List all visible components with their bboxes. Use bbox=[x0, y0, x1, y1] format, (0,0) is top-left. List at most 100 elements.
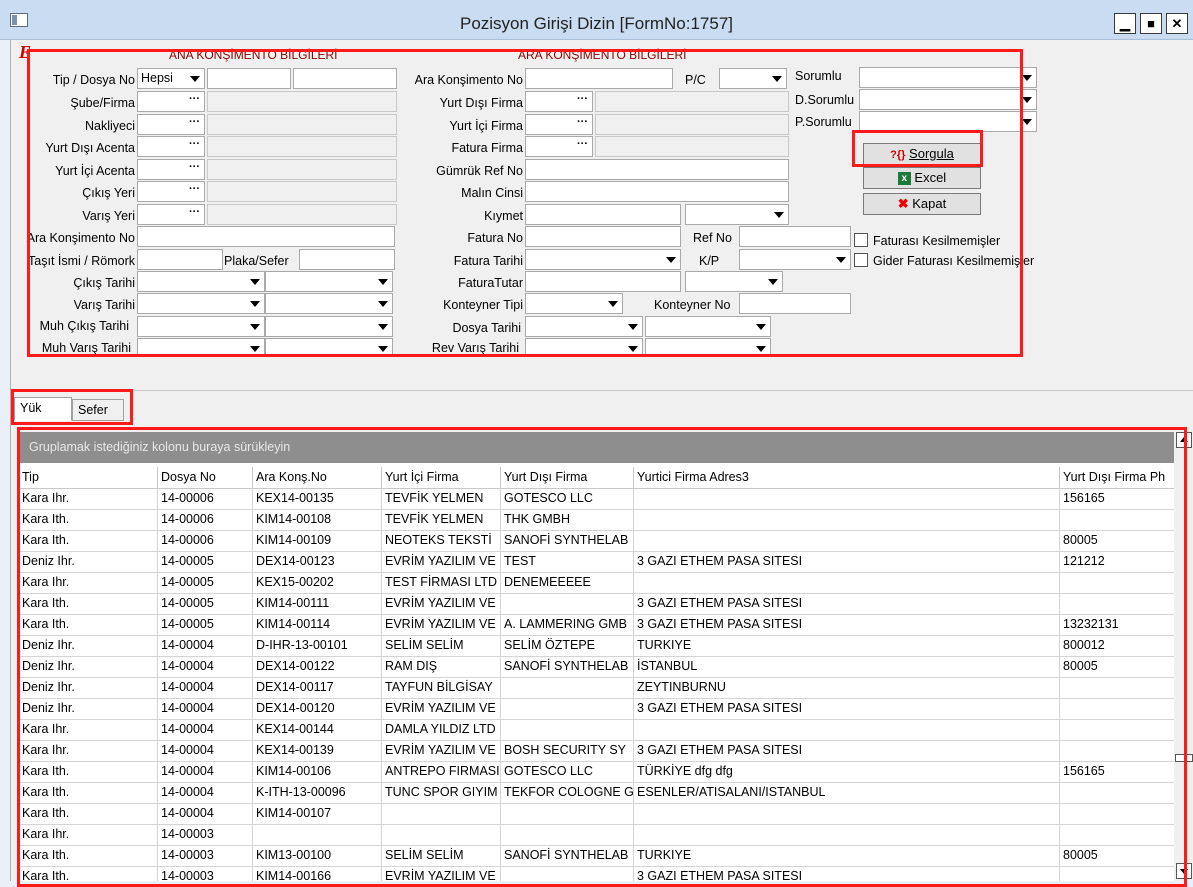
yurt-disi-firma-code-input[interactable]: ··· bbox=[525, 91, 593, 112]
konteyner-no-input[interactable] bbox=[739, 293, 851, 314]
rev-varis-tarihi-start[interactable] bbox=[525, 338, 643, 356]
p-sorumlu-select[interactable] bbox=[859, 111, 1037, 132]
column-header[interactable]: Yurtici Firma Adres3 bbox=[634, 467, 1060, 489]
cikis-tarihi-end[interactable] bbox=[265, 271, 393, 292]
varis-tarihi-end[interactable] bbox=[265, 293, 393, 314]
sorumlu-select[interactable] bbox=[859, 67, 1037, 88]
column-header[interactable]: Dosya No bbox=[158, 467, 253, 489]
muh-varis-tarihi-end[interactable] bbox=[265, 338, 393, 356]
table-row[interactable]: Kara Ith. 14-00003 KIM13-00100 SELİM SELİM S… bbox=[19, 846, 1180, 867]
rev-varis-tarihi-end[interactable] bbox=[645, 338, 771, 356]
tasit-ismi-input[interactable] bbox=[137, 249, 223, 270]
table-row[interactable]: Deniz Ihr. 14-00004 DEX14-00117 TAYFUN BİLG… bbox=[19, 678, 1180, 699]
konteyner-no-label: Konteyner No bbox=[654, 298, 731, 312]
pc-select[interactable] bbox=[719, 68, 787, 89]
table-row[interactable]: Deniz Ihr. 14-00004 D-IHR-13-00101 SELİM SE… bbox=[19, 636, 1180, 657]
lookup-button[interactable]: ··· bbox=[573, 115, 592, 134]
lookup-button[interactable]: ··· bbox=[573, 92, 592, 111]
tab-yuk[interactable]: Yük bbox=[14, 397, 72, 421]
table-row[interactable]: Kara Ith. 14-00005 KIM14-00114 EVRİM YAZILI… bbox=[19, 615, 1180, 636]
tab-sefer[interactable]: Sefer bbox=[72, 399, 124, 421]
muh-varis-tarihi-start[interactable] bbox=[137, 338, 265, 356]
close-button[interactable]: ✕ bbox=[1166, 13, 1188, 34]
column-header[interactable]: Yurt Dışı Firma bbox=[501, 467, 634, 489]
sube-firma-code-input[interactable]: ··· bbox=[137, 91, 205, 112]
column-header[interactable]: Yurt İçi Firma bbox=[382, 467, 501, 489]
lookup-button[interactable]: ··· bbox=[185, 115, 204, 134]
column-header[interactable]: Ara Konş.No bbox=[253, 467, 382, 489]
plaka-sefer-label: Plaka/Sefer bbox=[224, 254, 289, 268]
table-row[interactable]: Deniz Ihr. 14-00004 DEX14-00122 RAM DIŞ SANO… bbox=[19, 657, 1180, 678]
yurt-disi-acenta-code-input[interactable]: ··· bbox=[137, 136, 205, 157]
yurt-ici-acenta-code-input[interactable]: ··· bbox=[137, 159, 205, 180]
dosya-no-input-2[interactable] bbox=[293, 68, 397, 89]
maximize-button[interactable]: ■ bbox=[1140, 13, 1162, 34]
chevron-down-icon bbox=[666, 257, 676, 263]
table-row[interactable]: Kara Ihr. 14-00004 KEX14-00144 DAMLA YILDIZ… bbox=[19, 720, 1180, 741]
scroll-up-icon[interactable] bbox=[1176, 432, 1192, 448]
table-cell bbox=[382, 804, 501, 825]
varis-yeri-code-input[interactable]: ··· bbox=[137, 204, 205, 225]
d-sorumlu-select[interactable] bbox=[859, 89, 1037, 110]
cikis-tarihi-start[interactable] bbox=[137, 271, 265, 292]
table-cell: 156165 bbox=[1060, 489, 1180, 510]
malin-cinsi-input[interactable] bbox=[525, 181, 789, 202]
nakliyeci-code-input[interactable]: ··· bbox=[137, 114, 205, 135]
vertical-scrollbar[interactable] bbox=[1174, 432, 1193, 881]
table-row[interactable]: Kara Ith. 14-00004 K-ITH-13-00096 TUNC SPOR… bbox=[19, 783, 1180, 804]
table-row[interactable]: Kara Ihr. 14-00006 KEX14-00135 TEVFİK YELME… bbox=[19, 489, 1180, 510]
kapat-button[interactable]: ✖ Kapat bbox=[863, 193, 981, 215]
dosya-tarihi-start[interactable] bbox=[525, 316, 643, 337]
fatura-tutar-currency-select[interactable] bbox=[685, 271, 783, 292]
ara-konsimento-no-input[interactable] bbox=[137, 226, 395, 247]
scroll-thumb[interactable] bbox=[1175, 754, 1193, 762]
group-by-panel[interactable]: Gruplamak istediğiniz kolonu buraya sürü… bbox=[19, 432, 1174, 463]
fatura-firma-code-input[interactable]: ··· bbox=[525, 136, 593, 157]
gumruk-ref-no-input[interactable] bbox=[525, 159, 789, 180]
lookup-button[interactable]: ··· bbox=[185, 92, 204, 111]
table-row[interactable]: Kara Ihr. 14-00005 KEX15-00202 TEST FİRMASI… bbox=[19, 573, 1180, 594]
ref-no-input[interactable] bbox=[739, 226, 851, 247]
konteyner-tipi-select[interactable] bbox=[525, 293, 623, 314]
lookup-button[interactable]: ··· bbox=[185, 182, 204, 201]
table-row[interactable]: Kara Ith. 14-00003 KIM14-00166 EVRİM YAZILI… bbox=[19, 867, 1180, 881]
column-header[interactable]: Yurt Dışı Firma Ph bbox=[1060, 467, 1180, 489]
fatura-tarihi-select[interactable] bbox=[525, 249, 681, 270]
scroll-down-icon[interactable] bbox=[1176, 863, 1192, 879]
ara-konsimento-no2-input[interactable] bbox=[525, 68, 673, 89]
muh-cikis-tarihi-start[interactable] bbox=[137, 316, 265, 337]
table-row[interactable]: Kara Ihr. 14-00003 bbox=[19, 825, 1180, 846]
table-row[interactable]: Kara Ith. 14-00006 KIM14-00108 TEVFİK YELME… bbox=[19, 510, 1180, 531]
table-row[interactable]: Deniz Ihr. 14-00004 DEX14-00120 EVRİM YAZIL… bbox=[19, 699, 1180, 720]
table-row[interactable]: Kara Ith. 14-00006 KIM14-00109 NEOTEKS TEKS… bbox=[19, 531, 1180, 552]
table-row[interactable]: Kara Ith. 14-00004 KIM14-00107 bbox=[19, 804, 1180, 825]
faturasi-kesilmemisler-checkbox[interactable] bbox=[854, 233, 868, 247]
fatura-no-input[interactable] bbox=[525, 226, 681, 247]
tip-select[interactable]: Hepsi bbox=[137, 68, 205, 89]
table-row[interactable]: Kara Ith. 14-00005 KIM14-00111 EVRİM YAZILI… bbox=[19, 594, 1180, 615]
dosya-no-input-1[interactable] bbox=[207, 68, 291, 89]
table-row[interactable]: Deniz Ihr. 14-00005 DEX14-00123 EVRİM YAZIL… bbox=[19, 552, 1180, 573]
lookup-button[interactable]: ··· bbox=[185, 205, 204, 224]
dosya-tarihi-end[interactable] bbox=[645, 316, 771, 337]
minimize-button[interactable]: ▁ bbox=[1114, 13, 1136, 34]
muh-cikis-tarihi-end[interactable] bbox=[265, 316, 393, 337]
fatura-tutar-input[interactable] bbox=[525, 271, 681, 292]
column-header[interactable]: Tip bbox=[19, 467, 158, 489]
lookup-button[interactable]: ··· bbox=[573, 137, 592, 156]
table-row[interactable]: Kara Ihr. 14-00004 KEX14-00139 EVRİM YAZILI… bbox=[19, 741, 1180, 762]
gider-faturasi-kesilmemisler-checkbox[interactable] bbox=[854, 253, 868, 267]
kiymet-currency-select[interactable] bbox=[685, 204, 789, 225]
yurt-ici-firma-code-input[interactable]: ··· bbox=[525, 114, 593, 135]
cikis-yeri-code-input[interactable]: ··· bbox=[137, 181, 205, 202]
kp-select[interactable] bbox=[739, 249, 851, 270]
results-grid[interactable]: Gruplamak istediğiniz kolonu buraya sürü… bbox=[19, 432, 1181, 881]
table-row[interactable]: Kara Ith. 14-00004 KIM14-00106 ANTREPO FIRM… bbox=[19, 762, 1180, 783]
kiymet-input[interactable] bbox=[525, 204, 681, 225]
excel-button[interactable]: x Excel bbox=[863, 167, 981, 189]
lookup-button[interactable]: ··· bbox=[185, 160, 204, 179]
plaka-sefer-input[interactable] bbox=[299, 249, 395, 270]
varis-tarihi-start[interactable] bbox=[137, 293, 265, 314]
lookup-button[interactable]: ··· bbox=[185, 137, 204, 156]
sorgula-button[interactable]: ?{} Sorgula bbox=[863, 143, 981, 165]
